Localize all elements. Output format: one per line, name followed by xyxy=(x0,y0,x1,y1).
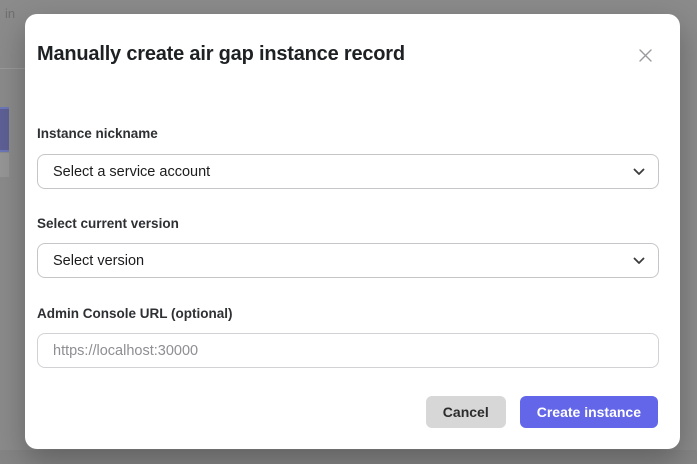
instance-nickname-label: Instance nickname xyxy=(37,126,158,141)
backdrop-bottom-band xyxy=(0,450,697,464)
current-version-label: Select current version xyxy=(37,216,179,231)
backdrop-button-fragment xyxy=(0,107,9,152)
modal-footer: Cancel Create instance xyxy=(37,396,658,428)
modal-title: Manually create air gap instance record xyxy=(37,43,405,66)
screen: { "backdrop": { "partial_text": "in" }, … xyxy=(0,0,697,464)
admin-console-url-input[interactable] xyxy=(37,333,659,368)
x-icon xyxy=(638,48,653,63)
service-account-select[interactable]: Select a service account xyxy=(37,154,659,189)
close-icon[interactable] xyxy=(635,45,655,65)
cancel-button[interactable]: Cancel xyxy=(426,396,506,428)
version-select[interactable]: Select version xyxy=(37,243,659,278)
create-instance-button[interactable]: Create instance xyxy=(520,396,658,428)
service-account-select-wrap: Select a service account xyxy=(37,154,659,189)
backdrop-clipped-text: in xyxy=(5,6,15,21)
admin-console-url-label: Admin Console URL (optional) xyxy=(37,306,233,321)
version-select-wrap: Select version xyxy=(37,243,659,278)
create-air-gap-instance-modal: Manually create air gap instance record … xyxy=(25,14,680,449)
backdrop-field-fragment xyxy=(0,153,9,177)
backdrop-divider xyxy=(0,68,25,69)
